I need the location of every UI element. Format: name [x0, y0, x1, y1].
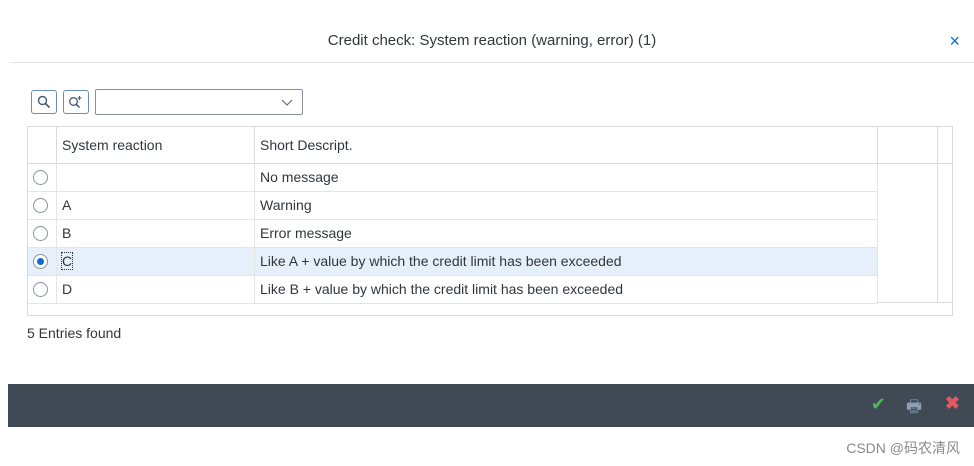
description-cell: Error message: [255, 220, 878, 247]
system-reaction-cell: [57, 164, 255, 191]
description-cell: Like B + value by which the credit limit…: [255, 276, 878, 303]
cancel-icon[interactable]: ✖: [945, 393, 960, 414]
print-icon[interactable]: 🖶: [906, 394, 922, 423]
empty-column: [878, 164, 938, 303]
variant-dropdown[interactable]: [95, 89, 303, 115]
close-icon[interactable]: ×: [949, 31, 960, 51]
dialog-footer: ✔ 🖶 ✖: [8, 384, 974, 427]
vertical-scrollbar[interactable]: [938, 164, 952, 303]
row-selector[interactable]: [28, 276, 57, 303]
entries-count: 5 Entries found: [27, 325, 122, 341]
system-reaction-cell: A: [57, 192, 255, 219]
select-column-header: [28, 127, 57, 164]
table-row[interactable]: D Like B + value by which the credit lim…: [28, 276, 878, 304]
table-row[interactable]: A Warning: [28, 192, 878, 220]
row-selector[interactable]: [28, 248, 57, 275]
search-plus-icon: [69, 96, 82, 109]
results-table: System reaction Short Descript. No messa…: [27, 126, 953, 316]
column-header-scroll: [938, 127, 952, 164]
dialog-header: Credit check: System reaction (warning, …: [10, 0, 974, 63]
focused-code: C: [60, 252, 74, 270]
table-row[interactable]: B Error message: [28, 220, 878, 248]
description-cell: No message: [255, 164, 878, 191]
column-header-empty: [878, 127, 938, 164]
description-cell: Warning: [255, 192, 878, 219]
watermark: CSDN @码农清风: [846, 440, 960, 456]
ok-icon[interactable]: ✔: [871, 394, 886, 415]
radio-button[interactable]: [33, 170, 48, 185]
table-row[interactable]: No message: [28, 164, 878, 192]
search-icon: [37, 95, 51, 109]
dialog-title: Credit check: System reaction (warning, …: [327, 32, 657, 49]
column-header-system-reaction[interactable]: System reaction: [57, 127, 255, 164]
radio-button[interactable]: [33, 198, 48, 213]
row-selector[interactable]: [28, 192, 57, 219]
search-plus-button[interactable]: [63, 90, 89, 114]
description-cell: Like A + value by which the credit limit…: [255, 248, 878, 275]
toolbar: [31, 89, 303, 115]
chevron-down-icon: [281, 99, 293, 106]
search-button[interactable]: [31, 90, 57, 114]
radio-button-selected[interactable]: [33, 254, 48, 269]
radio-button[interactable]: [33, 226, 48, 241]
row-selector[interactable]: [28, 164, 57, 191]
radio-button[interactable]: [33, 282, 48, 297]
row-selector[interactable]: [28, 220, 57, 247]
system-reaction-cell: C: [57, 248, 255, 275]
system-reaction-cell: D: [57, 276, 255, 303]
table-row-selected[interactable]: C Like A + value by which the credit lim…: [28, 248, 878, 276]
system-reaction-cell: B: [57, 220, 255, 247]
column-header-short-descript[interactable]: Short Descript.: [255, 127, 878, 164]
